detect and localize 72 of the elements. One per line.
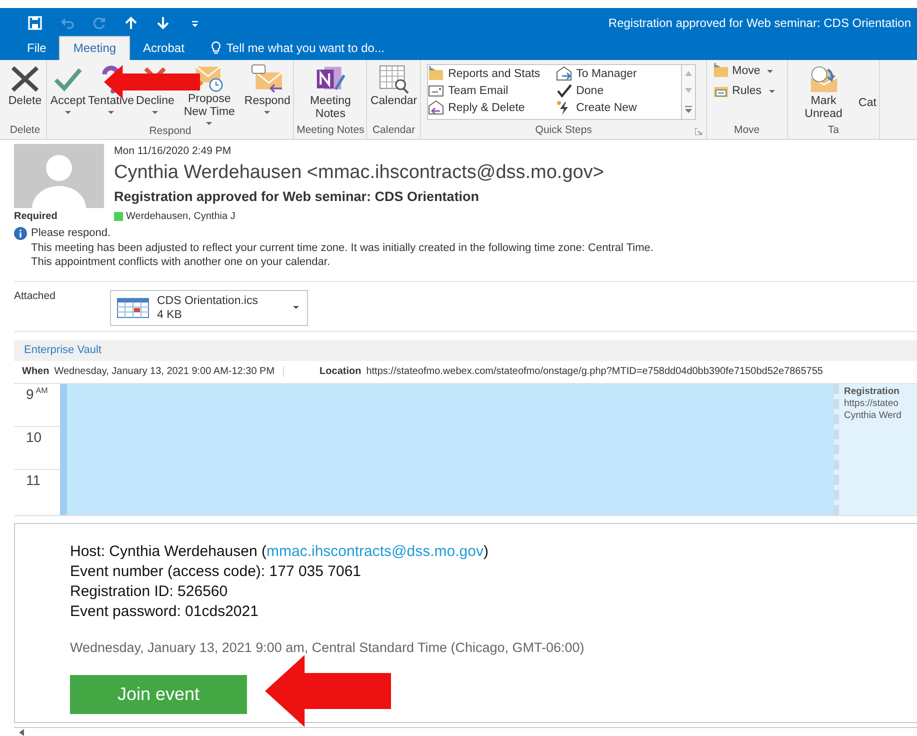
scroll-up-icon <box>685 71 692 76</box>
message-subject: Registration approved for Web seminar: CDS Orientation <box>114 189 480 204</box>
detail-value: https://stateofmo.webex.com/stateofmo/onstage/g.php?MTID=e758dd04d0bb390fe7150bd52e7865755 <box>366 366 823 377</box>
info-icon <box>14 227 27 240</box>
event-detail: Registration ID: 526560 <box>70 582 229 602</box>
quick-step[interactable]: To Manager <box>556 65 682 82</box>
attendee-name[interactable]: Werdehausen, Cynthia J <box>126 211 236 222</box>
group-label: Delete <box>10 124 40 136</box>
appointment-detail: Cynthia Werd <box>844 410 902 422</box>
group-label: Meeting Notes <box>296 124 364 136</box>
hour-suffix: AM <box>36 386 48 394</box>
lightbulb-icon <box>211 41 222 55</box>
hour-label: 9 <box>26 386 34 402</box>
event-time: Wednesday, January 13, 2021 9:00 am, Central Standard Time (Chicago, GMT-06:00) <box>70 640 586 654</box>
more-icon <box>685 106 692 113</box>
ribbon-button[interactable]: Respond <box>243 62 292 125</box>
quick-step[interactable]: Reply & Delete <box>428 99 556 116</box>
scroll-down-icon <box>685 88 692 94</box>
info-text: Please respond. <box>31 226 112 240</box>
dialog-launcher-icon[interactable] <box>695 128 702 136</box>
quick-step[interactable]: Reports and Stats <box>428 65 556 82</box>
save-icon[interactable] <box>28 16 42 30</box>
ribbon-button[interactable]: Meeting Notes <box>296 62 364 124</box>
ribbon-tab[interactable]: Meeting <box>59 36 130 60</box>
folder-icon <box>428 66 444 82</box>
detail-label: Location <box>320 366 362 377</box>
ribbon-button[interactable]: Mark Unread <box>790 62 858 124</box>
ribbon-button[interactable]: Accept <box>49 62 87 125</box>
quick-step[interactable]: Team Email <box>428 82 556 99</box>
info-text: This meeting has been adjusted to reflect your current time zone. It was initially created in the following time zone: Central Time. <box>31 240 654 255</box>
ribbon-tab[interactable]: Acrobat <box>130 37 198 60</box>
horizontal-scrollbar[interactable] <box>14 727 917 736</box>
group-label: Ta <box>828 124 840 136</box>
detail-label: When <box>22 366 50 377</box>
sender-name: Cynthia Werdehausen <mmac.ihscontracts@dss.mo.gov> <box>114 162 604 184</box>
up-arrow-icon[interactable] <box>124 16 138 30</box>
ribbon-button[interactable]: Calendar <box>369 62 418 124</box>
attachment[interactable]: CDS Orientation.ics 4 KB <box>110 290 308 326</box>
ribbon-tab[interactable]: File <box>14 37 60 60</box>
ribbon-button[interactable]: Cat <box>858 62 878 124</box>
tell-me-field[interactable]: Tell me what you want to do... <box>211 41 416 60</box>
required-label: Required <box>14 211 58 222</box>
group-label: Calendar <box>372 124 416 136</box>
attached-label: Attached <box>14 290 56 304</box>
window-title: Registration approved for Web seminar: CDS Orientation <box>608 16 911 30</box>
hour-label: 10 <box>26 428 42 444</box>
quick-step[interactable]: Done <box>556 82 682 99</box>
ribbon-button[interactable]: Move <box>713 62 775 80</box>
hour-label: 11 <box>26 472 41 488</box>
event-detail: Event password: 01cds2021 <box>70 602 260 622</box>
host-line: Host: Cynthia Werdehausen (mmac.ihscontracts@dss.mo.gov) <box>70 542 490 562</box>
gallery-scrollbar[interactable] <box>682 64 696 120</box>
scroll-left-icon <box>19 728 24 736</box>
info-text: This appointment conflicts with another one on your calendar. <box>31 255 332 270</box>
group-label: Move <box>734 124 760 136</box>
quick-step[interactable]: Create New <box>556 99 682 116</box>
group-label: Respond <box>149 125 192 137</box>
sent-date: Mon 11/16/2020 2:49 PM <box>114 145 232 157</box>
addin-link[interactable]: Enterprise Vault <box>24 344 102 356</box>
group-label: Quick Steps <box>535 124 592 136</box>
folder-icon <box>713 63 730 79</box>
ribbon-button[interactable]: Rules <box>713 82 775 100</box>
event-detail: Event number (access code): 177 035 7061 <box>70 562 362 582</box>
caret-icon <box>293 306 299 309</box>
down-arrow-icon[interactable] <box>156 16 170 30</box>
avatar-icon <box>14 144 104 208</box>
appointment-title: Registration <box>844 386 900 398</box>
ribbon-button[interactable]: Delete <box>6 62 44 124</box>
detail-value: Wednesday, January 13, 2021 9:00 AM-12:30 PM <box>54 366 275 377</box>
checkmark-icon <box>556 82 572 98</box>
appointment-detail: https://stateo <box>844 398 900 410</box>
calendar-file-icon <box>117 298 149 318</box>
